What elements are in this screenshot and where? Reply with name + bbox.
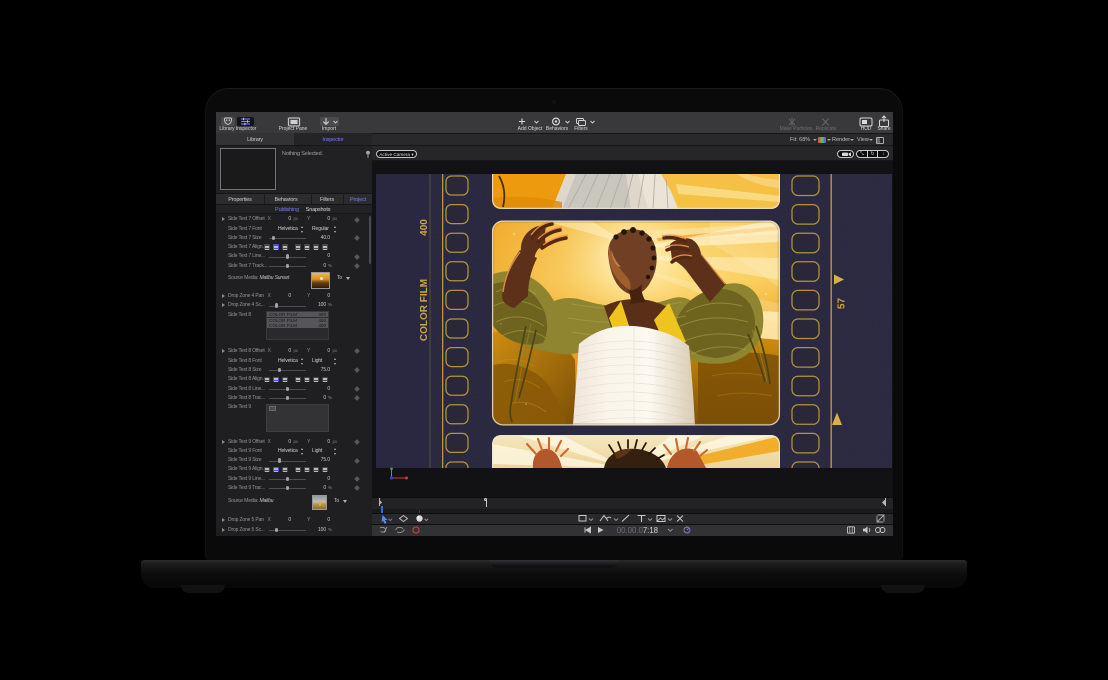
svg-text:COLOR FILM: COLOR FILM: [419, 279, 430, 341]
svg-text:57: 57: [837, 298, 848, 310]
svg-text:00.00.07:18: 00.00.07:18: [617, 526, 658, 535]
svg-text:400: 400: [419, 219, 430, 236]
